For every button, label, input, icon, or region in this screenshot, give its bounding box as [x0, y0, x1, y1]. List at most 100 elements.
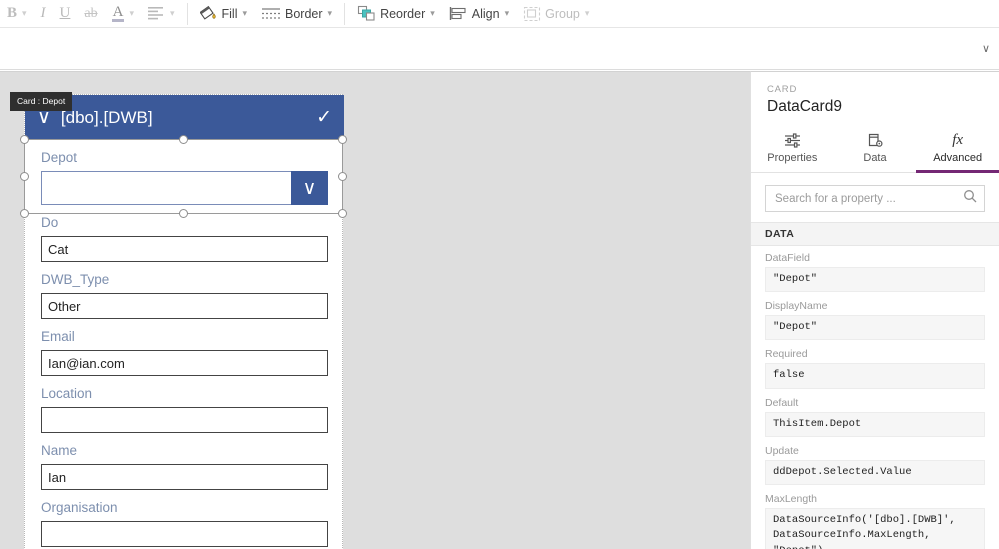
font-color-icon: A: [111, 4, 125, 22]
text-align-button[interactable]: ▾: [141, 0, 182, 28]
depot-dropdown-value[interactable]: [41, 171, 291, 205]
app-screen: ∨ [dbo].[DWB] ✓ Depot ∨ Do Cat DWB_Type …: [24, 94, 344, 549]
tab-advanced[interactable]: fx Advanced: [916, 126, 999, 173]
do-input[interactable]: [41, 236, 328, 262]
property-search-box[interactable]: [765, 185, 985, 212]
property-value[interactable]: ThisItem.Depot: [765, 411, 985, 437]
chevron-down-icon: ▾: [242, 8, 248, 18]
app-canvas[interactable]: ∨ [dbo].[DWB] ✓ Depot ∨ Do Cat DWB_Type …: [0, 71, 750, 549]
sliders-icon: [784, 131, 801, 149]
tab-data[interactable]: Data: [834, 126, 917, 173]
border-button[interactable]: Border ▾: [254, 0, 339, 28]
property-label: DataField: [765, 252, 810, 264]
edit-form: Depot ∨ Do DWB_Type: [25, 140, 344, 547]
depot-dropdown[interactable]: ∨: [41, 171, 328, 205]
fx-icon: fx: [952, 131, 964, 148]
organisation-input[interactable]: [41, 521, 328, 547]
form-field-name[interactable]: Name: [25, 433, 344, 490]
italic-button[interactable]: I: [34, 0, 53, 28]
property-label: DisplayName: [765, 300, 828, 313]
property-maxlength: MaxLength DataSourceInfo('[dbo].[DWB]', …: [765, 493, 985, 549]
fill-icon: [199, 5, 218, 22]
form-field-email[interactable]: Email: [25, 319, 344, 376]
chevron-down-icon: ▾: [169, 8, 175, 18]
toolbar-divider: [186, 2, 188, 25]
fill-button[interactable]: Fill ▾: [193, 0, 255, 28]
strikethrough-button[interactable]: ab: [77, 0, 104, 28]
toolbar-divider: [344, 2, 346, 25]
dwb-type-input[interactable]: [41, 293, 328, 319]
reorder-button[interactable]: Reorder ▾: [350, 0, 442, 28]
location-input[interactable]: [41, 407, 328, 433]
form-field-do[interactable]: Do: [25, 205, 344, 262]
formula-bar: ∨: [0, 28, 999, 70]
fill-label: Fill: [221, 6, 238, 21]
submit-check-icon[interactable]: ✓: [316, 108, 332, 127]
panel-title: DataCard9: [767, 98, 842, 115]
property-value[interactable]: false: [765, 363, 985, 389]
field-label: Do: [41, 215, 59, 230]
property-label: Update: [765, 444, 799, 457]
powerapps-studio: B ▾ I U ab A ▾ ▾ Fill ▾ Border ▾ Reorder…: [0, 0, 999, 549]
database-icon: [867, 131, 883, 149]
property-value[interactable]: "Depot": [765, 315, 985, 341]
strikethrough-icon: ab: [84, 5, 98, 21]
property-update: Update ddDepot.Selected.Value: [765, 444, 985, 486]
search-input[interactable]: [773, 191, 963, 206]
form-field-location[interactable]: Location: [25, 376, 344, 433]
tab-properties[interactable]: Properties: [751, 126, 834, 173]
section-header-data: DATA: [751, 222, 999, 246]
tab-label: Properties: [767, 152, 818, 164]
field-label: Name: [41, 443, 78, 458]
name-input[interactable]: [41, 464, 328, 490]
property-list: DataField "Depot" DisplayName "Depot" Re…: [751, 246, 999, 549]
property-search-row: [751, 173, 999, 222]
card-tooltip: Card : Depot: [10, 92, 73, 111]
email-input[interactable]: [41, 350, 328, 376]
field-label: Depot: [41, 150, 78, 165]
bold-button[interactable]: B ▾: [0, 0, 34, 28]
chevron-down-icon: ▾: [129, 8, 134, 18]
tab-label: Data: [863, 152, 887, 164]
properties-panel: CARD DataCard9 Properties Data fx Advanc…: [750, 71, 999, 549]
italic-icon: I: [40, 5, 46, 21]
panel-tabs: Properties Data fx Advanced: [751, 126, 999, 173]
field-label: DWB_Type: [41, 272, 110, 287]
align-objects-icon: [449, 6, 468, 21]
property-label: Required: [765, 348, 808, 361]
formula-input[interactable]: [0, 28, 973, 69]
font-color-button[interactable]: A ▾: [105, 0, 141, 28]
align-icon: [147, 7, 165, 20]
property-value[interactable]: ddDepot.Selected.Value: [765, 459, 985, 486]
property-value[interactable]: "Depot": [765, 267, 985, 293]
property-label: Default: [765, 396, 799, 409]
form-field-depot[interactable]: Depot ∨: [25, 140, 344, 205]
chevron-down-icon: ▾: [430, 8, 435, 18]
property-label: MaxLength: [765, 493, 817, 506]
chevron-down-icon: ▾: [504, 8, 510, 18]
bold-icon: B: [7, 5, 18, 21]
group-button[interactable]: Group ▾: [516, 0, 596, 28]
form-field-dwb-type[interactable]: DWB_Type: [25, 262, 344, 319]
field-label: Organisation: [41, 500, 118, 515]
underline-button[interactable]: U: [53, 0, 78, 28]
tab-label: Advanced: [933, 152, 983, 164]
property-required: Required false: [765, 348, 985, 389]
field-label: Email: [41, 329, 75, 344]
group-icon: [523, 6, 541, 22]
underline-icon: U: [59, 5, 71, 21]
property-displayname: DisplayName "Depot": [765, 300, 985, 341]
border-icon: [261, 7, 281, 20]
app-screen-header: ∨ [dbo].[DWB] ✓: [25, 95, 344, 140]
group-label: Group: [545, 6, 580, 21]
align-objects-button[interactable]: Align ▾: [442, 0, 516, 28]
form-field-organisation[interactable]: Organisation: [25, 490, 344, 547]
align-label: Align: [471, 6, 500, 21]
reorder-icon: [357, 5, 376, 22]
search-icon[interactable]: [963, 189, 977, 208]
chevron-down-icon[interactable]: ∨: [291, 171, 328, 205]
formula-expand-chevron-down-icon[interactable]: ∨: [973, 42, 999, 55]
property-value[interactable]: DataSourceInfo('[dbo].[DWB]', DataSource…: [765, 508, 985, 549]
screen-title: [dbo].[DWB]: [60, 107, 153, 127]
border-label: Border: [285, 6, 323, 21]
